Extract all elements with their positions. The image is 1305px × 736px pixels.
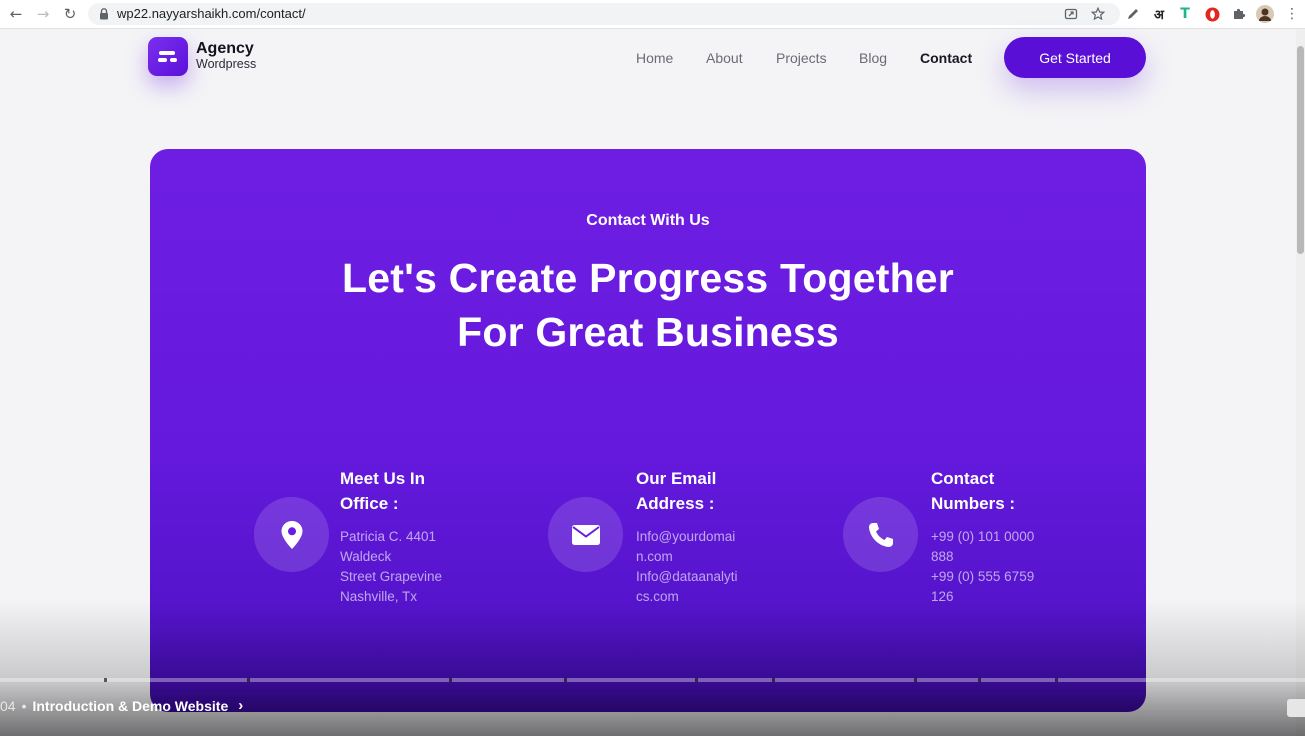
hero-headline-line-2: For Great Business: [457, 309, 839, 355]
email-line[interactable]: Info@dataanalyti: [636, 567, 761, 587]
logo-glyph-icon: [158, 50, 177, 62]
email-line[interactable]: n.com: [636, 547, 761, 567]
get-started-button[interactable]: Get Started: [1004, 37, 1146, 78]
video-chapter-button[interactable]: 04 • Introduction & Demo Website ›: [0, 697, 243, 714]
nav-projects-link[interactable]: Projects: [776, 50, 827, 66]
pen-extension-icon[interactable]: [1124, 5, 1142, 23]
phone-line[interactable]: 126: [931, 587, 1061, 607]
subtitles-icon[interactable]: [1287, 699, 1305, 717]
chapter-marker: [978, 678, 981, 682]
office-title: Meet Us In Office :: [340, 466, 490, 516]
phone-title-line-1: Contact: [931, 469, 995, 488]
hindi-extension-icon[interactable]: अ: [1150, 5, 1168, 23]
email-line[interactable]: cs.com: [636, 587, 761, 607]
phone-title: Contact Numbers :: [931, 466, 1081, 516]
email-title-line-1: Our Email: [636, 469, 717, 488]
email-addresses: Info@yourdomai n.com Info@dataanalyti cs…: [636, 527, 761, 607]
nav-blog-link[interactable]: Blog: [859, 50, 887, 66]
opera-extension-icon[interactable]: [1203, 5, 1221, 23]
reload-icon[interactable]: ↻: [61, 5, 79, 23]
separator-dot: •: [21, 697, 27, 714]
chapter-marker: [247, 678, 250, 682]
video-time: 04: [0, 697, 16, 714]
logo-title[interactable]: Agency: [196, 40, 254, 58]
forward-arrow-icon[interactable]: →: [34, 5, 52, 23]
browser-toolbar: ← → ↻ wp22.nayyarshaikh.com/contact/ अ T…: [0, 0, 1305, 29]
email-title-line-2: Address :: [636, 494, 715, 513]
logo-subtitle[interactable]: Wordpress: [196, 57, 256, 71]
phone-title-line-2: Numbers :: [931, 494, 1016, 513]
email-title: Our Email Address :: [636, 466, 786, 516]
hero-headline-line-1: Let's Create Progress Together: [342, 255, 954, 301]
phone-icon: [868, 522, 893, 547]
envelope-icon: [571, 524, 600, 545]
phone-line[interactable]: +99 (0) 101 0000: [931, 527, 1061, 547]
extensions-puzzle-icon[interactable]: [1230, 5, 1248, 23]
phone-numbers: +99 (0) 101 0000 888 +99 (0) 555 6759 12…: [931, 527, 1061, 607]
back-arrow-icon[interactable]: ←: [7, 5, 25, 23]
phone-line[interactable]: +99 (0) 555 6759: [931, 567, 1061, 587]
chapter-marker: [772, 678, 775, 682]
location-icon-circle: [254, 497, 329, 572]
lock-icon: [100, 8, 108, 20]
email-icon-circle: [548, 497, 623, 572]
contact-hero-panel: Contact With Us Let's Create Progress To…: [150, 149, 1146, 712]
nav-contact-link[interactable]: Contact: [920, 50, 972, 66]
phone-icon-circle: [843, 497, 918, 572]
office-title-line-1: Meet Us In: [340, 469, 426, 488]
page-scrollbar-thumb[interactable]: [1297, 46, 1304, 254]
video-progress-bar[interactable]: [0, 678, 1305, 682]
nav-home-link[interactable]: Home: [636, 50, 673, 66]
office-address: Patricia C. 4401 Waldeck Street Grapevin…: [340, 527, 460, 607]
chapter-marker: [695, 678, 698, 682]
chapter-marker: [914, 678, 917, 682]
chapter-marker: [564, 678, 567, 682]
location-pin-icon: [281, 520, 302, 549]
hero-kicker: Contact With Us: [586, 212, 710, 229]
chapter-title: Introduction & Demo Website: [32, 697, 229, 714]
profile-avatar-icon[interactable]: [1256, 5, 1274, 23]
office-address-line: Waldeck: [340, 549, 392, 564]
chapter-marker: [449, 678, 452, 682]
office-address-line: Patricia C. 4401: [340, 529, 437, 544]
nav-about-link[interactable]: About: [706, 50, 743, 66]
office-address-line: Nashville, Tx: [340, 589, 418, 604]
bookmark-star-icon[interactable]: [1091, 7, 1105, 21]
url-text[interactable]: wp22.nayyarshaikh.com/contact/: [117, 6, 306, 21]
site-logo-mark[interactable]: [148, 37, 188, 76]
chevron-right-icon: ›: [238, 697, 244, 714]
chapter-marker: [1055, 678, 1058, 682]
more-menu-icon[interactable]: ⋮: [1283, 5, 1301, 23]
address-bar[interactable]: wp22.nayyarshaikh.com/contact/: [88, 3, 1120, 25]
office-address-line: Street Grapevine: [340, 569, 443, 584]
chapter-marker: [104, 678, 107, 682]
office-title-line-2: Office :: [340, 494, 399, 513]
phone-line[interactable]: 888: [931, 547, 1061, 567]
t-extension-icon[interactable]: T: [1176, 5, 1194, 23]
email-line[interactable]: Info@yourdomai: [636, 527, 761, 547]
share-icon[interactable]: [1064, 7, 1078, 21]
